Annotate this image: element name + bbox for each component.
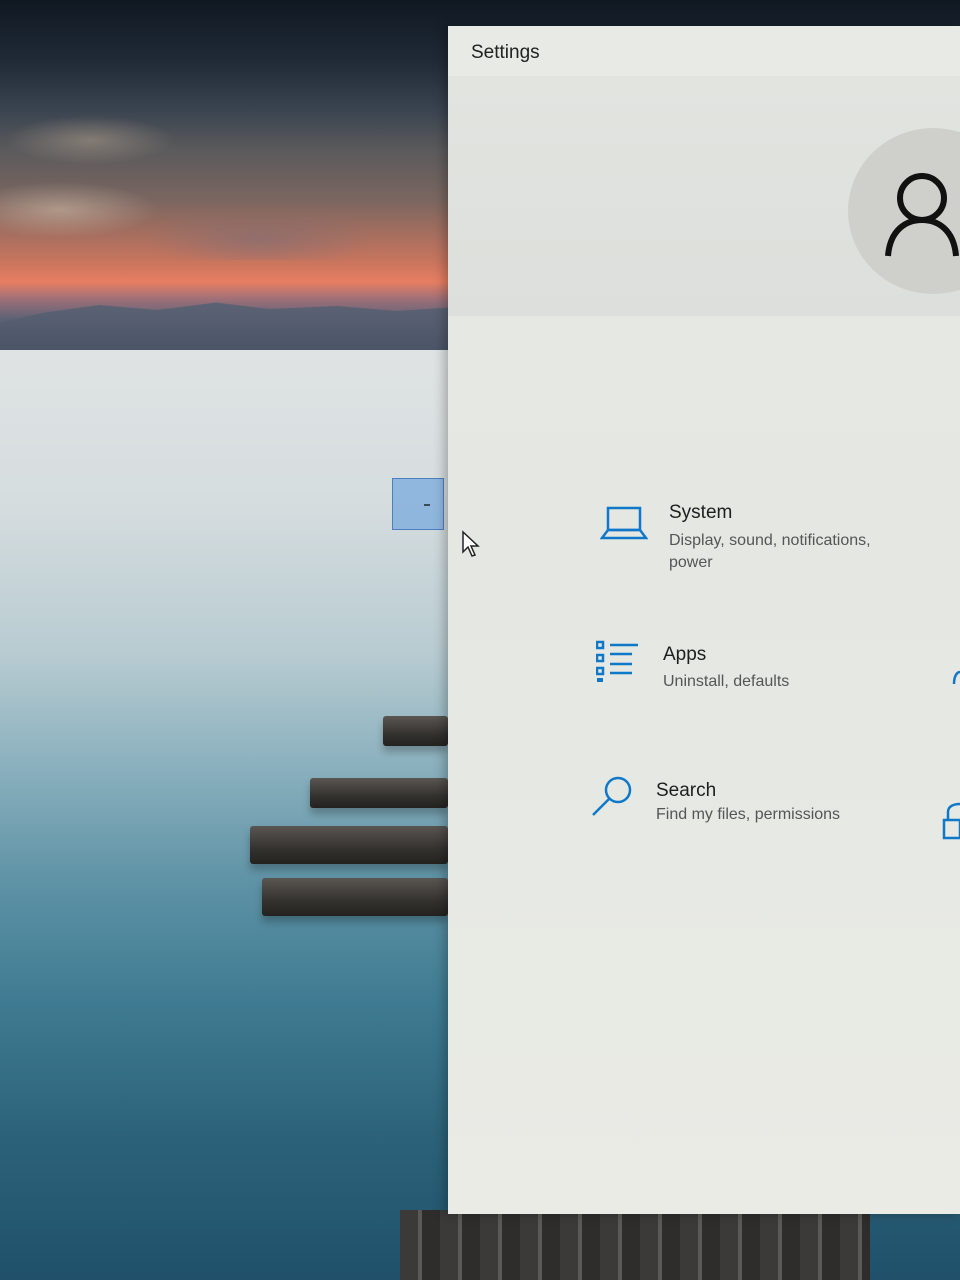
user-icon bbox=[885, 173, 959, 257]
mouse-cursor-icon bbox=[462, 530, 480, 557]
pier-plank bbox=[310, 778, 448, 808]
laptop-icon bbox=[600, 506, 648, 540]
apps-list-icon bbox=[596, 640, 638, 682]
settings-tile-system[interactable]: System Display, sound, notifications, po… bbox=[598, 496, 898, 596]
settings-tile-search[interactable]: Search Find my files, permissions bbox=[590, 774, 890, 854]
settings-tile-apps[interactable]: Apps Uninstall, defaults bbox=[594, 638, 894, 718]
lock-icon bbox=[942, 802, 960, 840]
pier-plank bbox=[250, 826, 448, 864]
pier-plank bbox=[383, 716, 448, 746]
pier-bottom bbox=[400, 1210, 870, 1280]
tile-name: Search bbox=[656, 780, 717, 801]
title-bar[interactable]: Settings bbox=[448, 26, 960, 76]
tile-description: Find my files, permissions bbox=[656, 806, 841, 823]
wallpaper-clouds bbox=[0, 70, 450, 260]
search-icon bbox=[592, 776, 632, 816]
pier-plank bbox=[262, 878, 448, 916]
tile-name: Apps bbox=[663, 644, 707, 665]
tile-description: Display, sound, notifications, power bbox=[669, 532, 871, 571]
window-title: Settings bbox=[471, 42, 540, 63]
partial-tile-icon bbox=[952, 670, 960, 685]
tile-description: Uninstall, defaults bbox=[663, 673, 790, 690]
tile-name: System bbox=[669, 502, 733, 523]
settings-window: Settings System Display, sound, notifica… bbox=[448, 26, 960, 1214]
desktop-selection-tile[interactable] bbox=[392, 478, 444, 530]
